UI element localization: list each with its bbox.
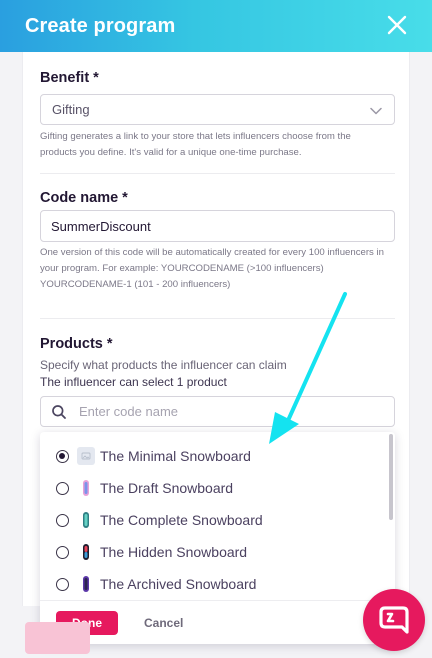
radio-button-selected[interactable] bbox=[56, 449, 69, 463]
complete-snowboard-thumbnail-icon bbox=[77, 511, 95, 529]
dropdown-footer: Done Cancel bbox=[40, 600, 395, 644]
product-search-input[interactable]: Enter code name bbox=[40, 396, 395, 427]
radio-button[interactable] bbox=[56, 481, 69, 495]
products-subtitle: Specify what products the influencer can… bbox=[40, 358, 287, 372]
page-title: Create program bbox=[25, 14, 176, 37]
search-placeholder: Enter code name bbox=[79, 404, 179, 419]
archived-snowboard-thumbnail-icon bbox=[77, 575, 95, 593]
cancel-button[interactable]: Cancel bbox=[144, 611, 183, 635]
radio-button[interactable] bbox=[56, 577, 69, 591]
radio-button[interactable] bbox=[56, 545, 69, 559]
chat-icon bbox=[379, 606, 409, 634]
code-name-label: Code name * bbox=[40, 190, 128, 206]
products-label: Products * bbox=[40, 336, 113, 352]
radio-button[interactable] bbox=[56, 513, 69, 527]
list-item[interactable]: The Archived Snowboard bbox=[40, 568, 385, 600]
close-icon bbox=[387, 15, 407, 35]
products-limit-text: The influencer can select 1 product bbox=[40, 375, 227, 389]
divider bbox=[40, 318, 395, 319]
list-item[interactable]: The Draft Snowboard bbox=[40, 472, 385, 504]
draft-snowboard-thumbnail-icon bbox=[77, 479, 95, 497]
product-dropdown: The Minimal Snowboard The Draft Snowboar… bbox=[40, 432, 395, 644]
benefit-selected-value: Gifting bbox=[52, 102, 90, 117]
chevron-down-icon bbox=[370, 107, 382, 115]
modal-header: Create program bbox=[0, 0, 432, 52]
scrollbar[interactable] bbox=[389, 434, 393, 520]
list-item[interactable]: The Minimal Snowboard bbox=[40, 440, 385, 472]
list-item[interactable]: The Hidden Snowboard bbox=[40, 536, 385, 568]
chat-button[interactable] bbox=[363, 589, 425, 651]
image-placeholder-icon bbox=[77, 447, 95, 465]
product-name: The Complete Snowboard bbox=[100, 512, 263, 528]
list-item[interactable]: The Complete Snowboard bbox=[40, 504, 385, 536]
benefit-label: Benefit * bbox=[40, 70, 99, 86]
code-name-help-text: One version of this code will be automat… bbox=[40, 247, 384, 290]
product-name: The Draft Snowboard bbox=[100, 480, 234, 496]
background-button bbox=[25, 622, 90, 654]
code-name-input[interactable]: SummerDiscount bbox=[40, 210, 395, 242]
search-icon bbox=[52, 405, 66, 419]
benefit-select[interactable]: Gifting bbox=[40, 94, 395, 125]
product-name: The Hidden Snowboard bbox=[100, 544, 248, 560]
product-name: The Minimal Snowboard bbox=[100, 448, 251, 464]
close-button[interactable] bbox=[384, 12, 410, 38]
divider bbox=[40, 173, 395, 174]
benefit-help-text: Gifting generates a link to your store t… bbox=[40, 131, 351, 158]
hidden-snowboard-thumbnail-icon bbox=[77, 543, 95, 561]
product-name: The Archived Snowboard bbox=[100, 576, 257, 592]
code-name-value: SummerDiscount bbox=[51, 218, 151, 234]
